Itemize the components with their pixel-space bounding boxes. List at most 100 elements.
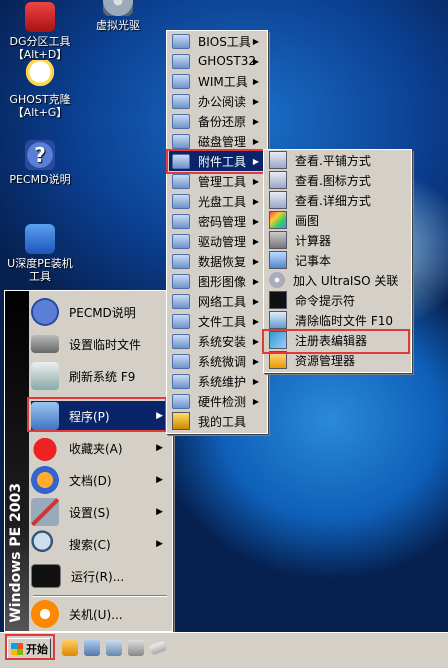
menu-item-label: 硬件检测 bbox=[198, 394, 247, 409]
start-item-temp-files[interactable]: 设置临时文件 bbox=[31, 329, 169, 359]
start-item-shutdown[interactable]: 关机(U)... bbox=[31, 599, 169, 629]
submenu-arrow-icon: ▶ bbox=[252, 336, 259, 346]
menu-item-clean-temp[interactable]: 清除临时文件 F10 bbox=[266, 310, 409, 330]
menu-item-cd-tools[interactable]: 光盘工具 ▶ bbox=[169, 191, 265, 211]
desktop-icon-dg-partition[interactable]: DG分区工具 【Alt+D】 bbox=[0, 2, 80, 61]
desktop-icon-ghost[interactable]: GHOST克隆 【Alt+G】 bbox=[0, 60, 80, 119]
start-item-pecmd-help[interactable]: PECMD说明 bbox=[31, 297, 169, 327]
submenu-arrow-icon: ▶ bbox=[156, 443, 163, 453]
help-icon bbox=[31, 298, 59, 326]
paint-icon bbox=[269, 211, 287, 229]
menu-item-system-install[interactable]: 系统安装 ▶ bbox=[169, 331, 265, 351]
quicklaunch-desktop-icon[interactable] bbox=[84, 640, 100, 656]
menu-item-wim-tools[interactable]: WIM工具 ▶ bbox=[169, 71, 265, 91]
start-item-settings[interactable]: 设置(S) ▶ bbox=[31, 497, 169, 527]
start-item-favorites[interactable]: 收藏夹(A) ▶ bbox=[31, 433, 169, 463]
menu-item-accessories[interactable]: 附件工具 ▶ bbox=[169, 151, 265, 171]
menu-item-password[interactable]: 密码管理 ▶ bbox=[169, 211, 265, 231]
quicklaunch-explorer-icon[interactable] bbox=[62, 640, 78, 656]
menu-item-regedit[interactable]: 注册表编辑器 bbox=[266, 330, 409, 350]
quicklaunch-printer-icon[interactable] bbox=[128, 640, 144, 656]
menu-item-system-maint[interactable]: 系统维护 ▶ bbox=[169, 371, 265, 391]
menu-item-my-tools[interactable]: 我的工具 bbox=[169, 411, 265, 431]
accessories-menu: 查看.平铺方式 查看.图标方式 查看.详细方式 画图 计算器 记事本 加入 Ul… bbox=[263, 149, 412, 373]
folder-icon bbox=[172, 273, 190, 289]
menu-item-ghost32[interactable]: GHOST32 ▶ bbox=[169, 51, 265, 71]
clean-icon bbox=[269, 311, 287, 329]
folder-icon bbox=[172, 173, 190, 189]
menu-item-hardware[interactable]: 硬件检测 ▶ bbox=[169, 391, 265, 411]
desktop-icon-udeepin[interactable]: U深度PE装机 工具 bbox=[0, 224, 80, 283]
start-item-label: PECMD说明 bbox=[69, 305, 136, 320]
submenu-arrow-icon: ▶ bbox=[252, 396, 259, 406]
folder-icon bbox=[172, 33, 190, 49]
menu-item-cmd[interactable]: 命令提示符 bbox=[266, 290, 409, 310]
menu-item-paint[interactable]: 画图 bbox=[266, 210, 409, 230]
taskbar: 开始 bbox=[0, 632, 448, 668]
menu-item-calculator[interactable]: 计算器 bbox=[266, 230, 409, 250]
menu-item-file-tools[interactable]: 文件工具 ▶ bbox=[169, 311, 265, 331]
menu-item-label: 驱动管理 bbox=[198, 234, 247, 249]
menu-item-data-recovery[interactable]: 数据恢复 ▶ bbox=[169, 251, 265, 271]
menu-item-view-tile[interactable]: 查看.平铺方式 bbox=[266, 150, 409, 170]
menu-item-office[interactable]: 办公阅读 ▶ bbox=[169, 91, 265, 111]
desktop-icon-virtual-cd[interactable]: 虚拟光驱 bbox=[78, 0, 158, 32]
help-icon: ? bbox=[25, 140, 55, 170]
start-menu-separator bbox=[33, 397, 167, 399]
folder-icon bbox=[172, 233, 190, 249]
menu-item-drivers[interactable]: 驱动管理 ▶ bbox=[169, 231, 265, 251]
submenu-arrow-icon: ▶ bbox=[252, 356, 259, 366]
start-item-label: 文档(D) bbox=[69, 473, 112, 488]
start-button[interactable]: 开始 bbox=[7, 638, 51, 660]
menu-item-label: GHOST32 bbox=[198, 54, 256, 68]
menu-item-label: 记事本 bbox=[295, 253, 332, 268]
menu-item-ultraiso[interactable]: 加入 UltraISO 关联 bbox=[266, 270, 409, 290]
submenu-arrow-icon: ▶ bbox=[156, 475, 163, 485]
menu-item-label: 备份还原 bbox=[198, 114, 247, 129]
menu-item-label: 磁盘管理 bbox=[198, 134, 247, 149]
menu-item-backup[interactable]: 备份还原 ▶ bbox=[169, 111, 265, 131]
search-icon bbox=[31, 530, 59, 558]
quicklaunch-eraser-icon[interactable] bbox=[148, 640, 168, 656]
menu-item-view-icons[interactable]: 查看.图标方式 bbox=[266, 170, 409, 190]
view-tile-icon bbox=[269, 151, 287, 169]
menu-item-label: 网络工具 bbox=[198, 294, 247, 309]
start-menu-band: Windows PE 2003 bbox=[5, 291, 29, 631]
start-item-label: 收藏夹(A) bbox=[69, 441, 123, 456]
start-item-programs[interactable]: 程序(P) ▶ bbox=[31, 401, 169, 431]
start-item-label: 程序(P) bbox=[69, 409, 110, 424]
submenu-arrow-icon: ▶ bbox=[156, 539, 163, 549]
menu-item-explorer[interactable]: 资源管理器 bbox=[266, 350, 409, 370]
menu-item-network[interactable]: 网络工具 ▶ bbox=[169, 291, 265, 311]
menu-item-bios-tools[interactable]: BIOS工具 ▶ bbox=[169, 31, 265, 51]
programs-icon bbox=[31, 402, 59, 430]
menu-item-label: 注册表编辑器 bbox=[295, 333, 368, 348]
menu-item-disk[interactable]: 磁盘管理 ▶ bbox=[169, 131, 265, 151]
menu-item-notepad[interactable]: 记事本 bbox=[266, 250, 409, 270]
folder-icon bbox=[172, 213, 190, 229]
menu-item-view-details[interactable]: 查看.详细方式 bbox=[266, 190, 409, 210]
start-item-documents[interactable]: 文档(D) ▶ bbox=[31, 465, 169, 495]
submenu-arrow-icon: ▶ bbox=[156, 507, 163, 517]
menu-item-label: BIOS工具 bbox=[198, 34, 251, 49]
quicklaunch-tool-icon[interactable] bbox=[106, 640, 122, 656]
menu-item-label: 系统微调 bbox=[198, 354, 247, 369]
dg-partition-icon bbox=[25, 2, 55, 32]
menu-item-label: 资源管理器 bbox=[295, 353, 356, 368]
menu-item-graphics[interactable]: 图形图像 ▶ bbox=[169, 271, 265, 291]
view-icons-icon bbox=[269, 171, 287, 189]
menu-item-label: 清除临时文件 F10 bbox=[295, 313, 393, 328]
desktop-icon-label: PECMD说明 bbox=[9, 173, 71, 186]
start-item-refresh[interactable]: 刷新系统 F9 bbox=[31, 361, 169, 391]
menu-item-admin[interactable]: 管理工具 ▶ bbox=[169, 171, 265, 191]
regedit-icon bbox=[269, 331, 287, 349]
calculator-icon bbox=[269, 231, 287, 249]
settings-icon bbox=[31, 498, 59, 526]
start-item-run[interactable]: 运行(R)... bbox=[31, 561, 169, 591]
submenu-arrow-icon: ▶ bbox=[252, 176, 259, 186]
desktop-icon-pecmd[interactable]: ? PECMD说明 bbox=[0, 140, 80, 186]
documents-icon bbox=[31, 466, 59, 494]
start-item-search[interactable]: 搜索(C) ▶ bbox=[31, 529, 169, 559]
menu-item-system-tweak[interactable]: 系统微调 ▶ bbox=[169, 351, 265, 371]
windows-logo-icon bbox=[11, 643, 23, 655]
